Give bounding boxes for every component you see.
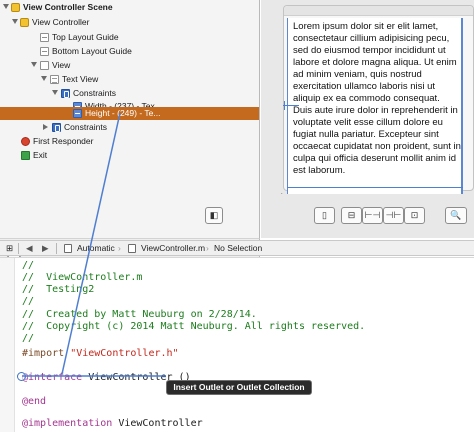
resolve-issues-icon[interactable]: ⊣⊢ <box>383 207 404 224</box>
outline-row-label: Height - (249) - Te... <box>85 108 161 118</box>
constraint-guide-line <box>287 187 463 188</box>
grid-icon[interactable]: ⊞ <box>6 241 13 255</box>
code-line: // Testing2 <box>22 284 95 295</box>
view-icon <box>40 61 49 70</box>
disclosure-open-icon[interactable] <box>52 90 58 95</box>
implementation-name: ViewController <box>112 418 203 429</box>
pin-icon[interactable]: ⊢⊣ <box>362 207 383 224</box>
outline-row-label: Constraints <box>64 122 107 132</box>
view-controller-icon <box>20 18 29 27</box>
chevron-right-icon: › <box>118 243 121 253</box>
jump-selection[interactable]: No Selection <box>214 241 262 255</box>
back-arrow-icon[interactable]: ◀ <box>26 241 33 255</box>
constraint-icon <box>73 109 82 118</box>
simulated-metrics-icon[interactable]: ▯ <box>314 207 335 224</box>
insert-outlet-tooltip: Insert Outlet or Outlet Collection <box>166 380 312 395</box>
constraint-guide-line <box>283 105 299 106</box>
text-view[interactable]: Lorem ipsum dolor sit er elit lamet, con… <box>287 18 463 194</box>
code-line: // ViewController.m <box>22 272 143 283</box>
zoom-out-icon[interactable]: 🔍 <box>445 207 467 224</box>
code-line: // <box>22 296 35 307</box>
outline-row-view[interactable]: View <box>0 59 259 72</box>
implementation-line: @implementation ViewController <box>22 418 203 430</box>
file-icon <box>128 244 136 253</box>
code-line: // <box>22 333 35 344</box>
end-line: @end <box>22 396 46 408</box>
import-line: #import "ViewController.h" <box>22 348 179 360</box>
constraint-guide-line <box>284 101 285 110</box>
disclosure-open-icon[interactable] <box>12 19 18 24</box>
outline-row-constraints[interactable]: Constraints <box>0 87 259 100</box>
outline-row-label: Top Layout Guide <box>52 32 119 42</box>
jump-automatic[interactable]: Automatic <box>77 241 115 255</box>
outline-row-label: Text View <box>62 74 99 84</box>
import-keyword: #import <box>22 348 65 359</box>
outline-row-label: Bottom Layout Guide <box>52 46 132 56</box>
outline-row-label: First Responder <box>33 136 94 146</box>
outline-row-exit[interactable]: Exit <box>0 149 259 162</box>
outline-row-bottom-layout-guide[interactable]: Bottom Layout Guide <box>0 45 259 58</box>
text-view-icon <box>50 75 59 84</box>
code-line: // <box>22 260 35 271</box>
outline-row-label: Exit <box>33 150 48 160</box>
layout-guide-icon <box>40 33 49 42</box>
disclosure-open-icon[interactable] <box>31 62 37 67</box>
jump-file[interactable]: ViewController.m <box>141 241 205 255</box>
disclosure-closed-icon[interactable] <box>43 124 48 130</box>
scene-top-bar <box>284 6 473 16</box>
outlet-connection-icon[interactable] <box>17 372 26 381</box>
outline-row-top-layout-guide[interactable]: Top Layout Guide <box>0 31 259 44</box>
exit-icon <box>21 151 30 160</box>
disclosure-open-icon[interactable] <box>3 4 9 9</box>
related-files-icon[interactable] <box>64 244 72 253</box>
storyboard-canvas[interactable]: Lorem ipsum dolor sit er elit lamet, con… <box>261 0 474 203</box>
disclosure-open-icon[interactable] <box>41 76 47 81</box>
outline-row-height-constraint[interactable]: Height - (249) - Te... <box>0 107 259 120</box>
resizing-icon[interactable]: ⊡ <box>404 207 425 224</box>
layout-guide-icon <box>40 47 49 56</box>
outline-row-first-responder[interactable]: First Responder <box>0 135 259 148</box>
import-string: "ViewController.h" <box>70 348 179 359</box>
jump-bar: ⊞ ◀ ▶ Automatic › ViewController.m › No … <box>0 240 474 256</box>
outline-row-label: View <box>52 60 71 70</box>
chevron-right-icon: › <box>206 243 209 253</box>
outline-row-text-view[interactable]: Text View <box>0 73 259 86</box>
show-outline-icon[interactable]: ◧ <box>205 207 223 224</box>
constraints-icon <box>52 123 61 132</box>
outline-row-label: View Controller <box>32 17 90 27</box>
document-outline: View Controller Scene View Controller To… <box>0 0 260 238</box>
constraints-icon <box>61 89 70 98</box>
implementation-keyword: @implementation <box>22 418 113 429</box>
interface-keyword: @interface <box>22 372 83 383</box>
canvas-toolbar: ◧ ▯ ⊟ ⊢⊣ ⊣⊢ ⊡ 🔍 <box>205 194 474 238</box>
outline-row-scene[interactable]: View Controller Scene <box>0 1 259 14</box>
code-line: // Copyright (c) 2014 Matt Neuburg. All … <box>22 321 366 332</box>
divider <box>56 243 57 254</box>
view-controller-scene[interactable]: Lorem ipsum dolor sit er elit lamet, con… <box>283 5 474 194</box>
outline-row-view-constraints[interactable]: Constraints <box>0 121 259 134</box>
divider <box>18 243 19 254</box>
forward-arrow-icon[interactable]: ▶ <box>42 241 49 255</box>
scene-icon <box>11 3 20 12</box>
outline-row-label: Constraints <box>73 88 116 98</box>
editor-gutter[interactable] <box>0 258 15 432</box>
outline-row-view-controller[interactable]: View Controller <box>0 16 259 29</box>
first-responder-icon <box>21 137 30 146</box>
end-keyword: @end <box>22 396 47 407</box>
outline-row-label: View Controller Scene <box>23 2 113 12</box>
align-icon[interactable]: ⊟ <box>341 207 362 224</box>
code-line: // Created by Matt Neuburg on 2/28/14. <box>22 309 257 320</box>
text-view-content: Lorem ipsum dolor sit er elit lamet, con… <box>293 21 461 176</box>
